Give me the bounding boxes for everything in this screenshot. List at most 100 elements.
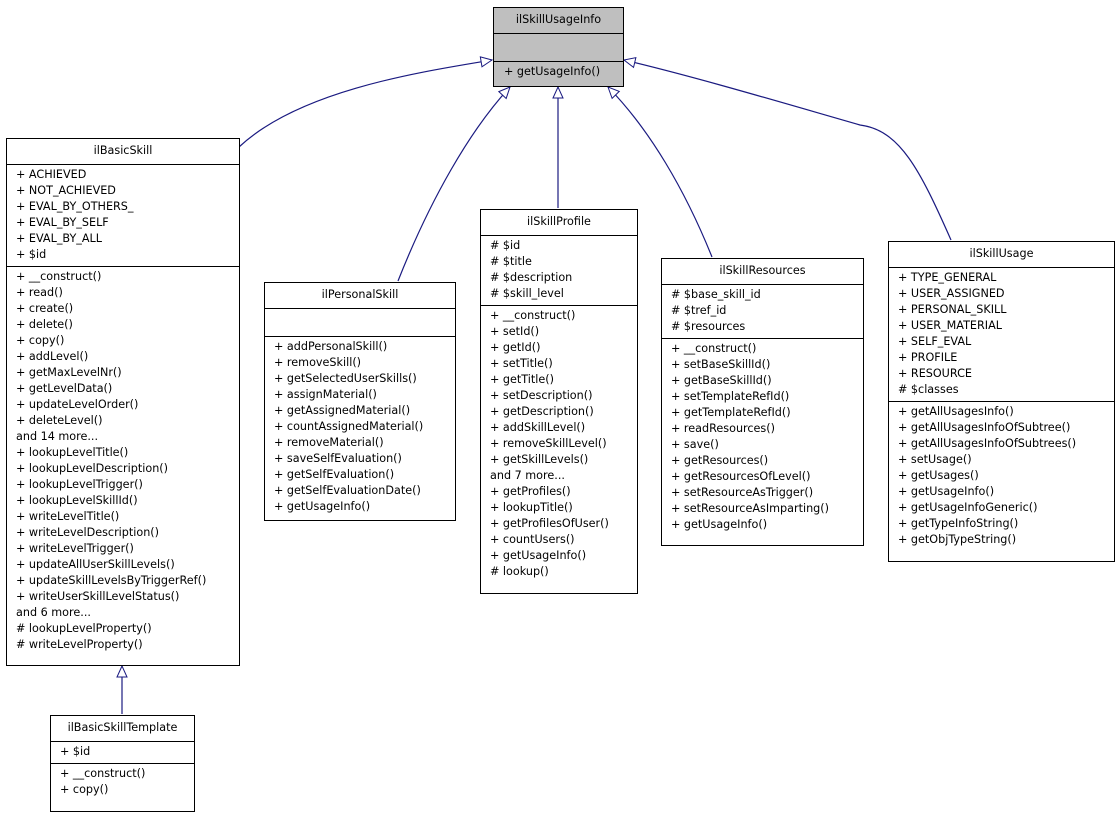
attributes-section: # $id # $title # $description # $skill_leve…	[481, 236, 637, 305]
method: + getResources()	[671, 454, 769, 467]
attribute: + EVAL_BY_OTHERS_	[16, 200, 134, 213]
method: + setId()	[490, 325, 540, 338]
class-ilskillprofile[interactable]: ilSkillProfile # $id # $title # $descripti…	[480, 209, 638, 594]
class-name: ilBasicSkill	[7, 139, 239, 165]
class-ilskillresources[interactable]: ilSkillResources # $base_skill_id # $tref…	[661, 258, 864, 546]
method: and 7 more...	[490, 469, 565, 482]
edge-skillusage-to-skillusageinfo	[622, 57, 952, 241]
method: + getDescription()	[490, 405, 594, 418]
method: + writeUserSkillLevelStatus()	[16, 590, 180, 603]
method: + getSelectedUserSkills()	[274, 372, 417, 385]
method: + addLevel()	[16, 350, 89, 363]
method: + getUsageInfo()	[671, 518, 768, 531]
class-ilskillusage[interactable]: ilSkillUsage + TYPE_GENERAL + USER_ASSIGN…	[888, 241, 1115, 562]
methods-section: + getUsageInfo()	[494, 61, 623, 83]
attributes-section	[494, 34, 623, 61]
attributes-section: + TYPE_GENERAL + USER_ASSIGNED + PERSONAL_…	[889, 268, 1114, 401]
attribute: + RESOURCE	[898, 367, 972, 380]
class-ilskillusageinfo[interactable]: ilSkillUsageInfo + getUsageInfo()	[493, 7, 624, 87]
method: and 14 more...	[16, 430, 99, 443]
methods-section: + __construct() + read() + create() + delet…	[7, 266, 239, 656]
method: + __construct()	[60, 767, 146, 780]
attribute: + $id	[16, 248, 47, 261]
method: + writeLevelTrigger()	[16, 542, 134, 555]
attribute: + EVAL_BY_SELF	[16, 216, 109, 229]
method: # writeLevelProperty()	[16, 638, 143, 651]
method: + removeMaterial()	[274, 436, 384, 449]
attribute: + SELF_EVAL	[898, 335, 972, 348]
method: + getBaseSkillId()	[671, 374, 772, 387]
class-name: ilSkillUsageInfo	[494, 8, 623, 34]
class-name: ilSkillResources	[662, 259, 863, 285]
method: + setUsage()	[898, 453, 972, 466]
class-name: ilBasicSkillTemplate	[51, 716, 194, 742]
attribute: + PROFILE	[898, 351, 958, 364]
method: + getUsages()	[898, 469, 979, 482]
method: + copy()	[16, 334, 65, 347]
methods-section: + __construct() + setId() + getId() + setTi…	[481, 305, 637, 583]
method: + getAllUsagesInfo()	[898, 405, 1014, 418]
methods-section: + getAllUsagesInfo() + getAllUsagesInfoOf…	[889, 401, 1114, 551]
method: + delete()	[16, 318, 73, 331]
method: + getTypeInfoString()	[898, 517, 1019, 530]
method: + setTemplateRefId()	[671, 390, 790, 403]
method: + create()	[16, 302, 74, 315]
method: + getTitle()	[490, 373, 555, 386]
class-ilpersonalskill[interactable]: ilPersonalSkill + addPersonalSkill() + re…	[264, 282, 456, 521]
method: + getUsageInfo()	[274, 500, 371, 513]
method: + updateSkillLevelsByTriggerRef()	[16, 574, 207, 587]
method: + writeLevelDescription()	[16, 526, 160, 539]
attribute: + NOT_ACHIEVED	[16, 184, 116, 197]
method: + lookupLevelTrigger()	[16, 478, 143, 491]
method: + readResources()	[671, 422, 775, 435]
attribute: + ACHIEVED	[16, 168, 87, 181]
attribute: # $resources	[671, 320, 746, 333]
method: + getProfiles()	[490, 485, 571, 498]
attribute: + EVAL_BY_ALL	[16, 232, 103, 245]
class-ilbasicskill[interactable]: ilBasicSkill + ACHIEVED + NOT_ACHIEVED + E…	[6, 138, 240, 666]
method: + getUsageInfo()	[490, 549, 587, 562]
edge-basicskill-to-skillusageinfo	[238, 56, 494, 148]
methods-section: + __construct() + setBaseSkillId() + getBa…	[662, 338, 863, 536]
method: + __construct()	[490, 309, 576, 322]
method: + getUsageInfo()	[898, 485, 995, 498]
attribute: # $classes	[898, 383, 959, 396]
method: + getUsageInfo()	[504, 65, 601, 78]
method: + getId()	[490, 341, 541, 354]
attributes-section: + $id	[51, 742, 194, 763]
method: + setBaseSkillId()	[671, 358, 771, 371]
method: # lookupLevelProperty()	[16, 622, 152, 635]
attribute: # $id	[490, 239, 521, 252]
method: + getLevelData()	[16, 382, 113, 395]
method: + getProfilesOfUser()	[490, 517, 609, 530]
method: + setTitle()	[490, 357, 553, 370]
method: + __construct()	[16, 270, 102, 283]
method: + read()	[16, 286, 63, 299]
method: + getAllUsagesInfoOfSubtree()	[898, 421, 1071, 434]
method: + addPersonalSkill()	[274, 340, 388, 353]
method: + getSkillLevels()	[490, 453, 589, 466]
attribute: # $title	[490, 255, 532, 268]
method: + getTemplateRefId()	[671, 406, 791, 419]
class-ilbasicskilltemplate[interactable]: ilBasicSkillTemplate + $id + __construct…	[50, 715, 195, 812]
method: + getMaxLevelNr()	[16, 366, 122, 379]
attribute: + $id	[60, 745, 91, 758]
attribute: # $base_skill_id	[671, 288, 761, 301]
methods-section: + __construct() + copy()	[51, 763, 194, 801]
method: + updateAllUserSkillLevels()	[16, 558, 175, 571]
method: + getSelfEvaluationDate()	[274, 484, 421, 497]
method: + getSelfEvaluation()	[274, 468, 395, 481]
attribute: # $tref_id	[671, 304, 727, 317]
method: + getAssignedMaterial()	[274, 404, 411, 417]
method: # lookup()	[490, 565, 549, 578]
method: + getResourcesOfLevel()	[671, 470, 811, 483]
method: + __construct()	[671, 342, 757, 355]
method: + copy()	[60, 783, 109, 796]
method: + lookupLevelTitle()	[16, 446, 129, 459]
method: + getObjTypeString()	[898, 533, 1017, 546]
method: + deleteLevel()	[16, 414, 103, 427]
method: + setResourceAsTrigger()	[671, 486, 814, 499]
attribute: + PERSONAL_SKILL	[898, 303, 1007, 316]
class-name: ilSkillUsage	[889, 242, 1114, 268]
method: + assignMaterial()	[274, 388, 377, 401]
